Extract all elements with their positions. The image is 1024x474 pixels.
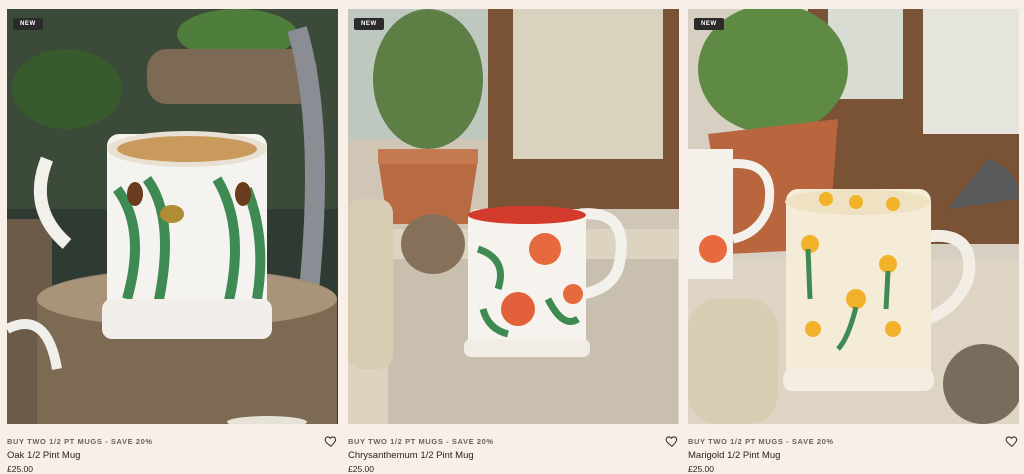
product-card-oak[interactable]: NEW BUY TWO 1/2 PT MUGS - SAVE 20% Oak 1…	[7, 9, 338, 474]
product-name[interactable]: Chrysanthemum 1/2 Pint Mug	[348, 450, 474, 461]
chrysanthemum-mug-photo	[348, 9, 679, 424]
heart-outline-icon[interactable]	[1005, 434, 1019, 448]
product-name[interactable]: Oak 1/2 Pint Mug	[7, 450, 80, 461]
product-meta: BUY TWO 1/2 PT MUGS - SAVE 20% Marigold …	[688, 424, 1019, 474]
product-image[interactable]: NEW	[688, 9, 1019, 424]
product-card-marigold[interactable]: NEW BUY TWO 1/2 PT MUGS - SAVE 20% Marig…	[688, 9, 1019, 474]
product-meta: BUY TWO 1/2 PT MUGS - SAVE 20% Chrysanth…	[348, 424, 679, 474]
product-image[interactable]: NEW	[7, 9, 338, 424]
promo-label[interactable]: BUY TWO 1/2 PT MUGS - SAVE 20%	[688, 437, 834, 446]
promo-label[interactable]: BUY TWO 1/2 PT MUGS - SAVE 20%	[348, 437, 494, 446]
product-grid: NEW BUY TWO 1/2 PT MUGS - SAVE 20% Oak 1…	[0, 0, 1024, 474]
heart-outline-icon[interactable]	[324, 434, 338, 448]
product-meta: BUY TWO 1/2 PT MUGS - SAVE 20% Oak 1/2 P…	[7, 424, 338, 474]
oak-mug-photo	[7, 9, 338, 424]
product-image[interactable]: NEW	[348, 9, 679, 424]
new-badge: NEW	[694, 18, 724, 30]
marigold-mug-photo	[688, 9, 1019, 424]
new-badge: NEW	[13, 18, 43, 30]
new-badge: NEW	[354, 18, 384, 30]
product-name[interactable]: Marigold 1/2 Pint Mug	[688, 450, 780, 461]
heart-outline-icon[interactable]	[665, 434, 679, 448]
promo-label[interactable]: BUY TWO 1/2 PT MUGS - SAVE 20%	[7, 437, 153, 446]
product-card-chrysanthemum[interactable]: NEW BUY TWO 1/2 PT MUGS - SAVE 20% Chrys…	[348, 9, 679, 474]
